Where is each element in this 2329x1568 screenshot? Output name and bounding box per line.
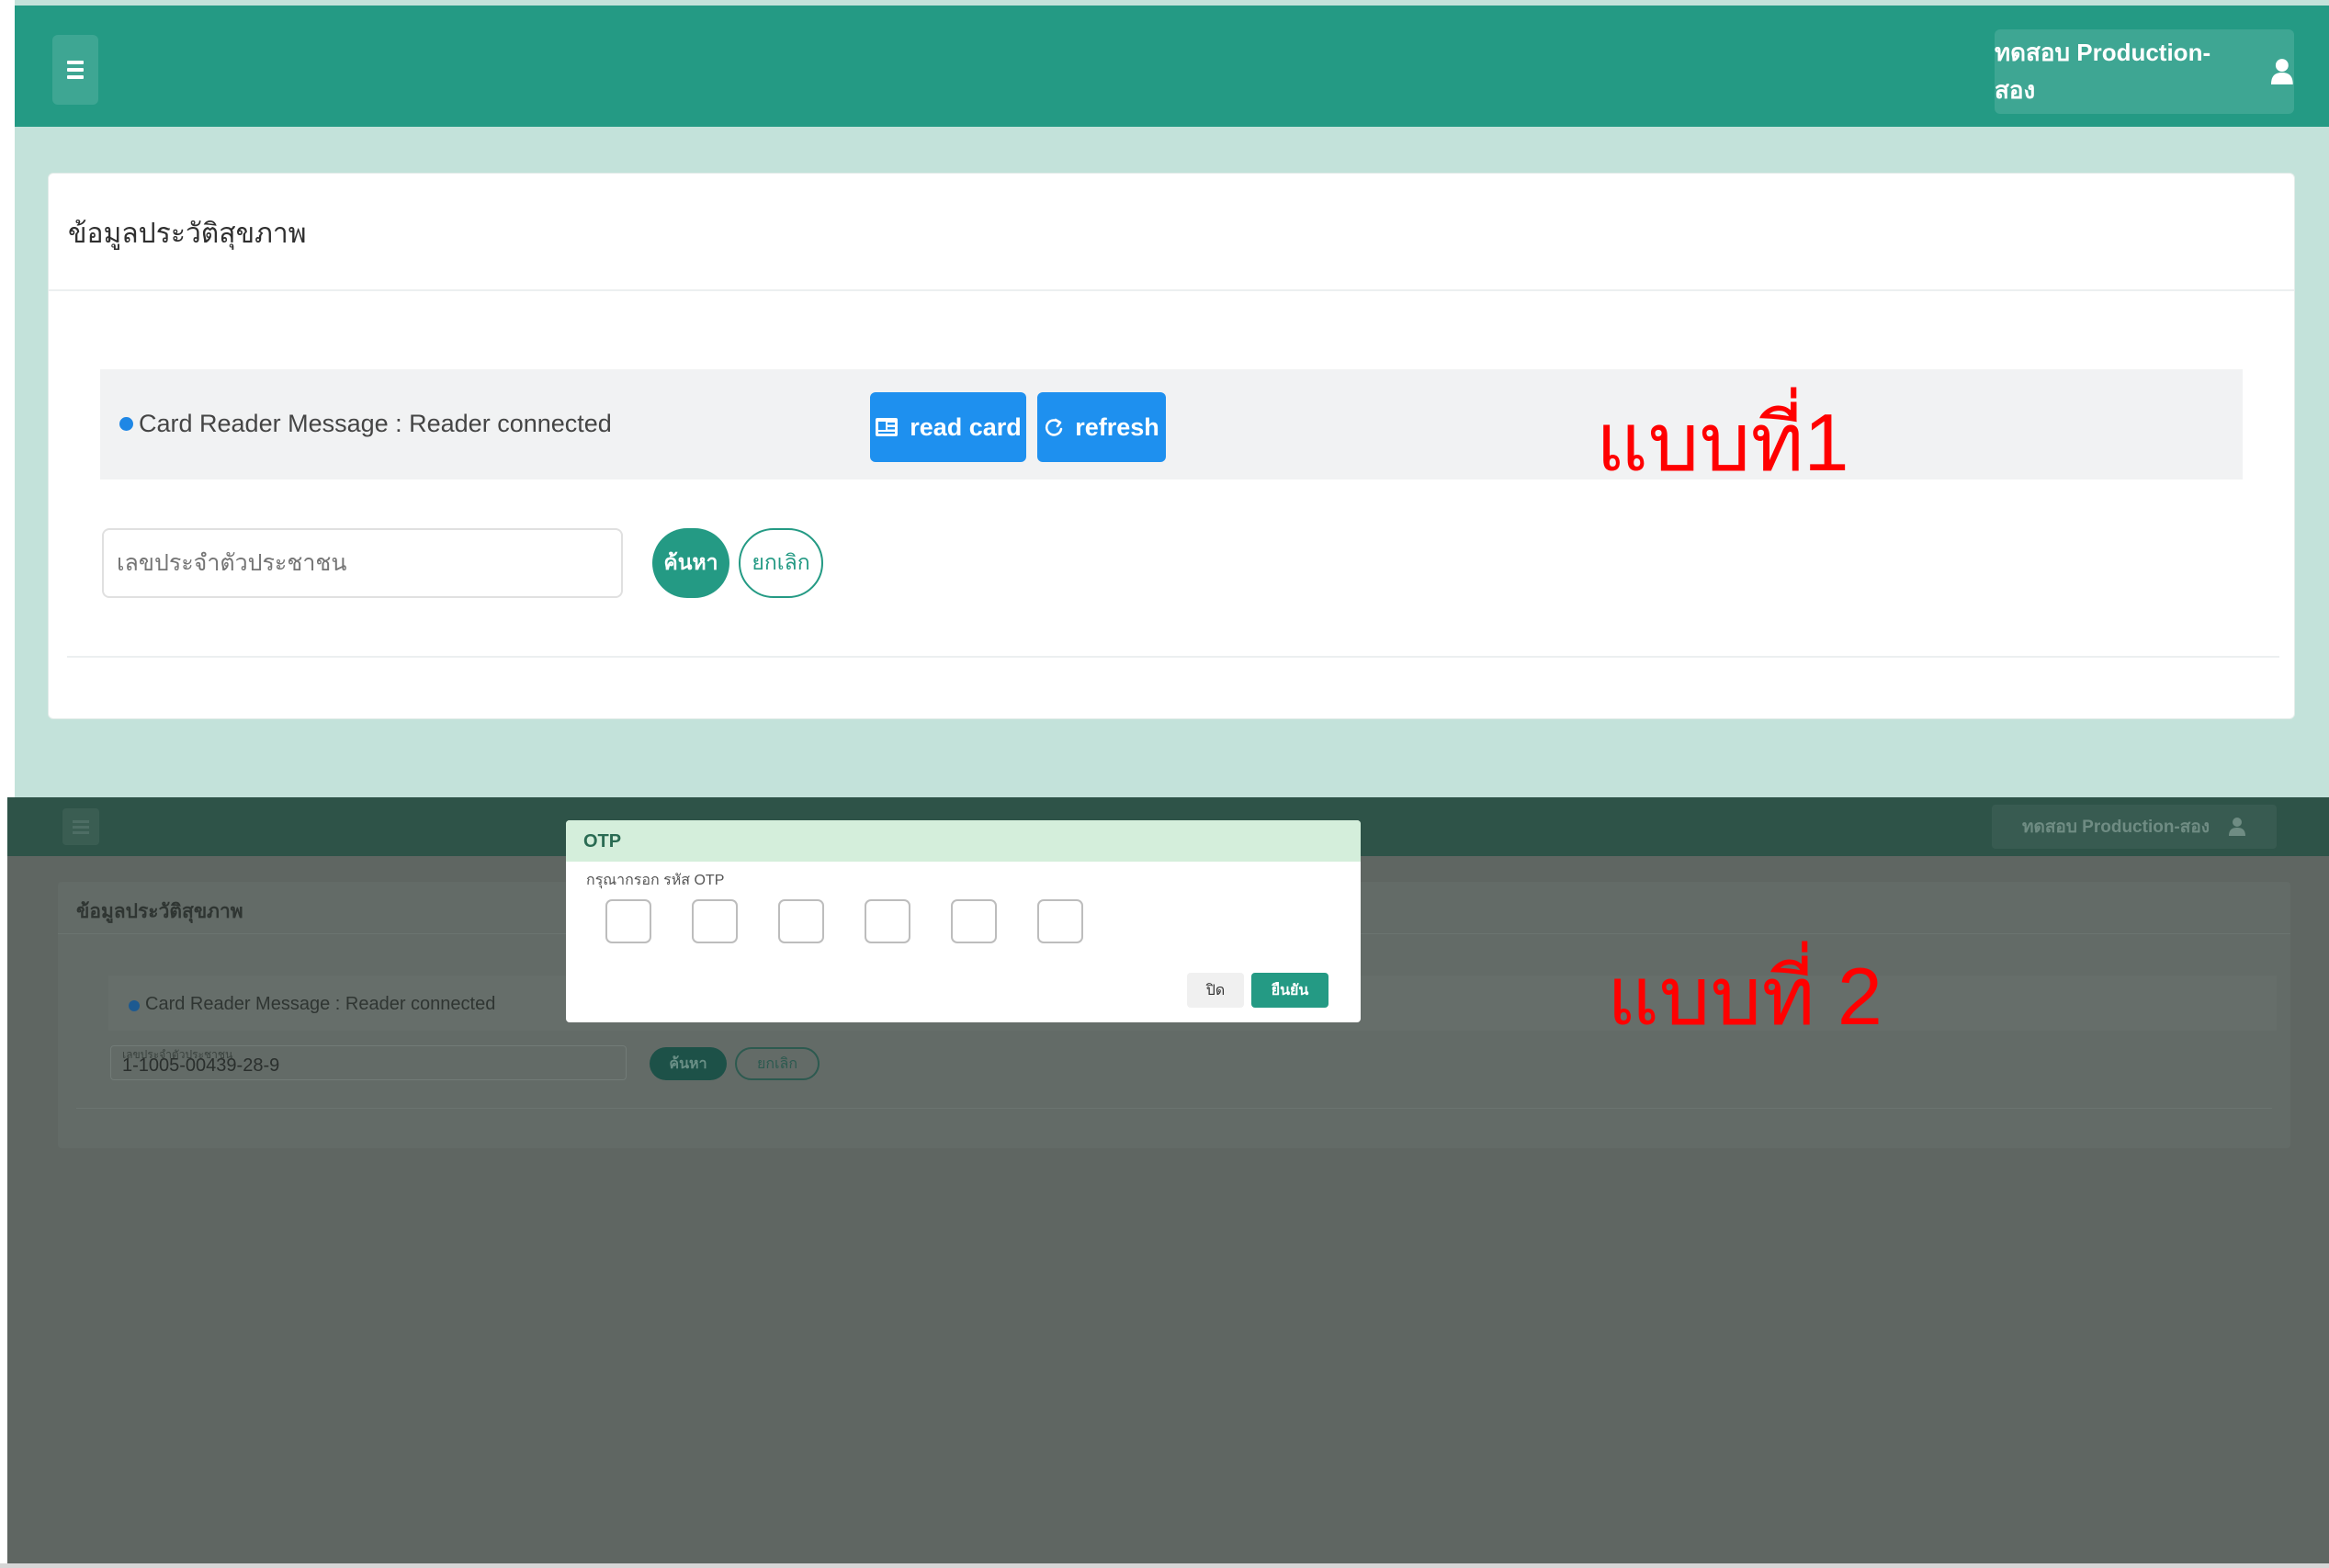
hamburger-icon — [67, 61, 84, 79]
status-dot-icon — [129, 1000, 140, 1011]
user-name: ทดสอบ Production-สอง — [2021, 818, 2210, 837]
divider — [67, 656, 2279, 658]
search-button[interactable]: ค้นหา — [650, 1047, 727, 1080]
user-icon — [2271, 59, 2294, 85]
menu-toggle-button[interactable] — [52, 35, 98, 105]
confirm-button[interactable]: ยืนยัน — [1251, 973, 1328, 1008]
citizen-id-input[interactable] — [102, 528, 623, 598]
refresh-icon — [1046, 418, 1063, 436]
page-title: ข้อมูลประวัติสุขภาพ — [68, 219, 307, 249]
panel-1: ทดสอบ Production-สอง ข้อมูลประวัติสุขภาพ… — [15, 0, 2329, 797]
read-card-button[interactable]: read card — [870, 392, 1026, 462]
annotation-label-2: แบบที่ 2 — [1607, 951, 1882, 1042]
bottom-border — [0, 1563, 2329, 1568]
otp-modal: OTP กรุณากรอก รหัส OTP ปิด ยืนยัน — [566, 820, 1361, 1022]
citizen-id-value: 1-1005-00439-28-9 — [122, 1055, 280, 1076]
close-button[interactable]: ปิด — [1187, 973, 1244, 1008]
user-menu-button[interactable]: ทดสอบ Production-สอง — [1992, 805, 2277, 849]
refresh-label: refresh — [1075, 412, 1159, 441]
health-history-card: ข้อมูลประวัติสุขภาพ Card Reader Message … — [48, 173, 2295, 719]
otp-digit-input[interactable] — [951, 899, 997, 943]
cancel-button[interactable]: ยกเลิก — [739, 528, 823, 598]
otp-digit-input[interactable] — [778, 899, 824, 943]
cancel-button[interactable]: ยกเลิก — [735, 1047, 820, 1080]
divider — [76, 1108, 2272, 1109]
page-title: ข้อมูลประวัติสุขภาพ — [76, 901, 243, 922]
menu-toggle-button[interactable] — [62, 808, 99, 845]
user-icon — [2229, 818, 2246, 836]
otp-digit-input[interactable] — [1037, 899, 1083, 943]
annotation-label-1: แบบที่1 — [1596, 397, 1849, 488]
otp-digit-input[interactable] — [865, 899, 910, 943]
refresh-button[interactable]: refresh — [1037, 392, 1166, 462]
card-reader-bar: Card Reader Message : Reader connected r… — [100, 369, 2243, 479]
panel-2: ทดสอบ Production-สอง ข้อมูลประวัติสุขภาพ… — [7, 797, 2329, 1566]
otp-hint: กรุณากรอก รหัส OTP — [586, 873, 725, 888]
otp-input-row — [605, 899, 1083, 943]
otp-modal-header: OTP — [566, 820, 1361, 862]
card-reader-message: Card Reader Message : Reader connected — [139, 410, 612, 437]
otp-digit-input[interactable] — [605, 899, 651, 943]
otp-modal-title: OTP — [583, 831, 622, 852]
divider — [49, 289, 2294, 291]
otp-digit-input[interactable] — [692, 899, 738, 943]
id-card-icon — [876, 418, 899, 436]
citizen-id-field[interactable]: เลขประจำตัวประชาชน 1-1005-00439-28-9 — [110, 1045, 627, 1080]
hamburger-icon — [73, 820, 89, 834]
top-navbar: ทดสอบ Production-สอง — [15, 6, 2329, 127]
search-button[interactable]: ค้นหา — [652, 528, 729, 598]
read-card-label: read card — [910, 412, 1022, 441]
user-menu-button[interactable]: ทดสอบ Production-สอง — [1995, 29, 2294, 114]
card-reader-message: Card Reader Message : Reader connected — [145, 994, 496, 1014]
status-dot-icon — [119, 417, 133, 431]
user-name: ทดสอบ Production-สอง — [1995, 39, 2211, 104]
